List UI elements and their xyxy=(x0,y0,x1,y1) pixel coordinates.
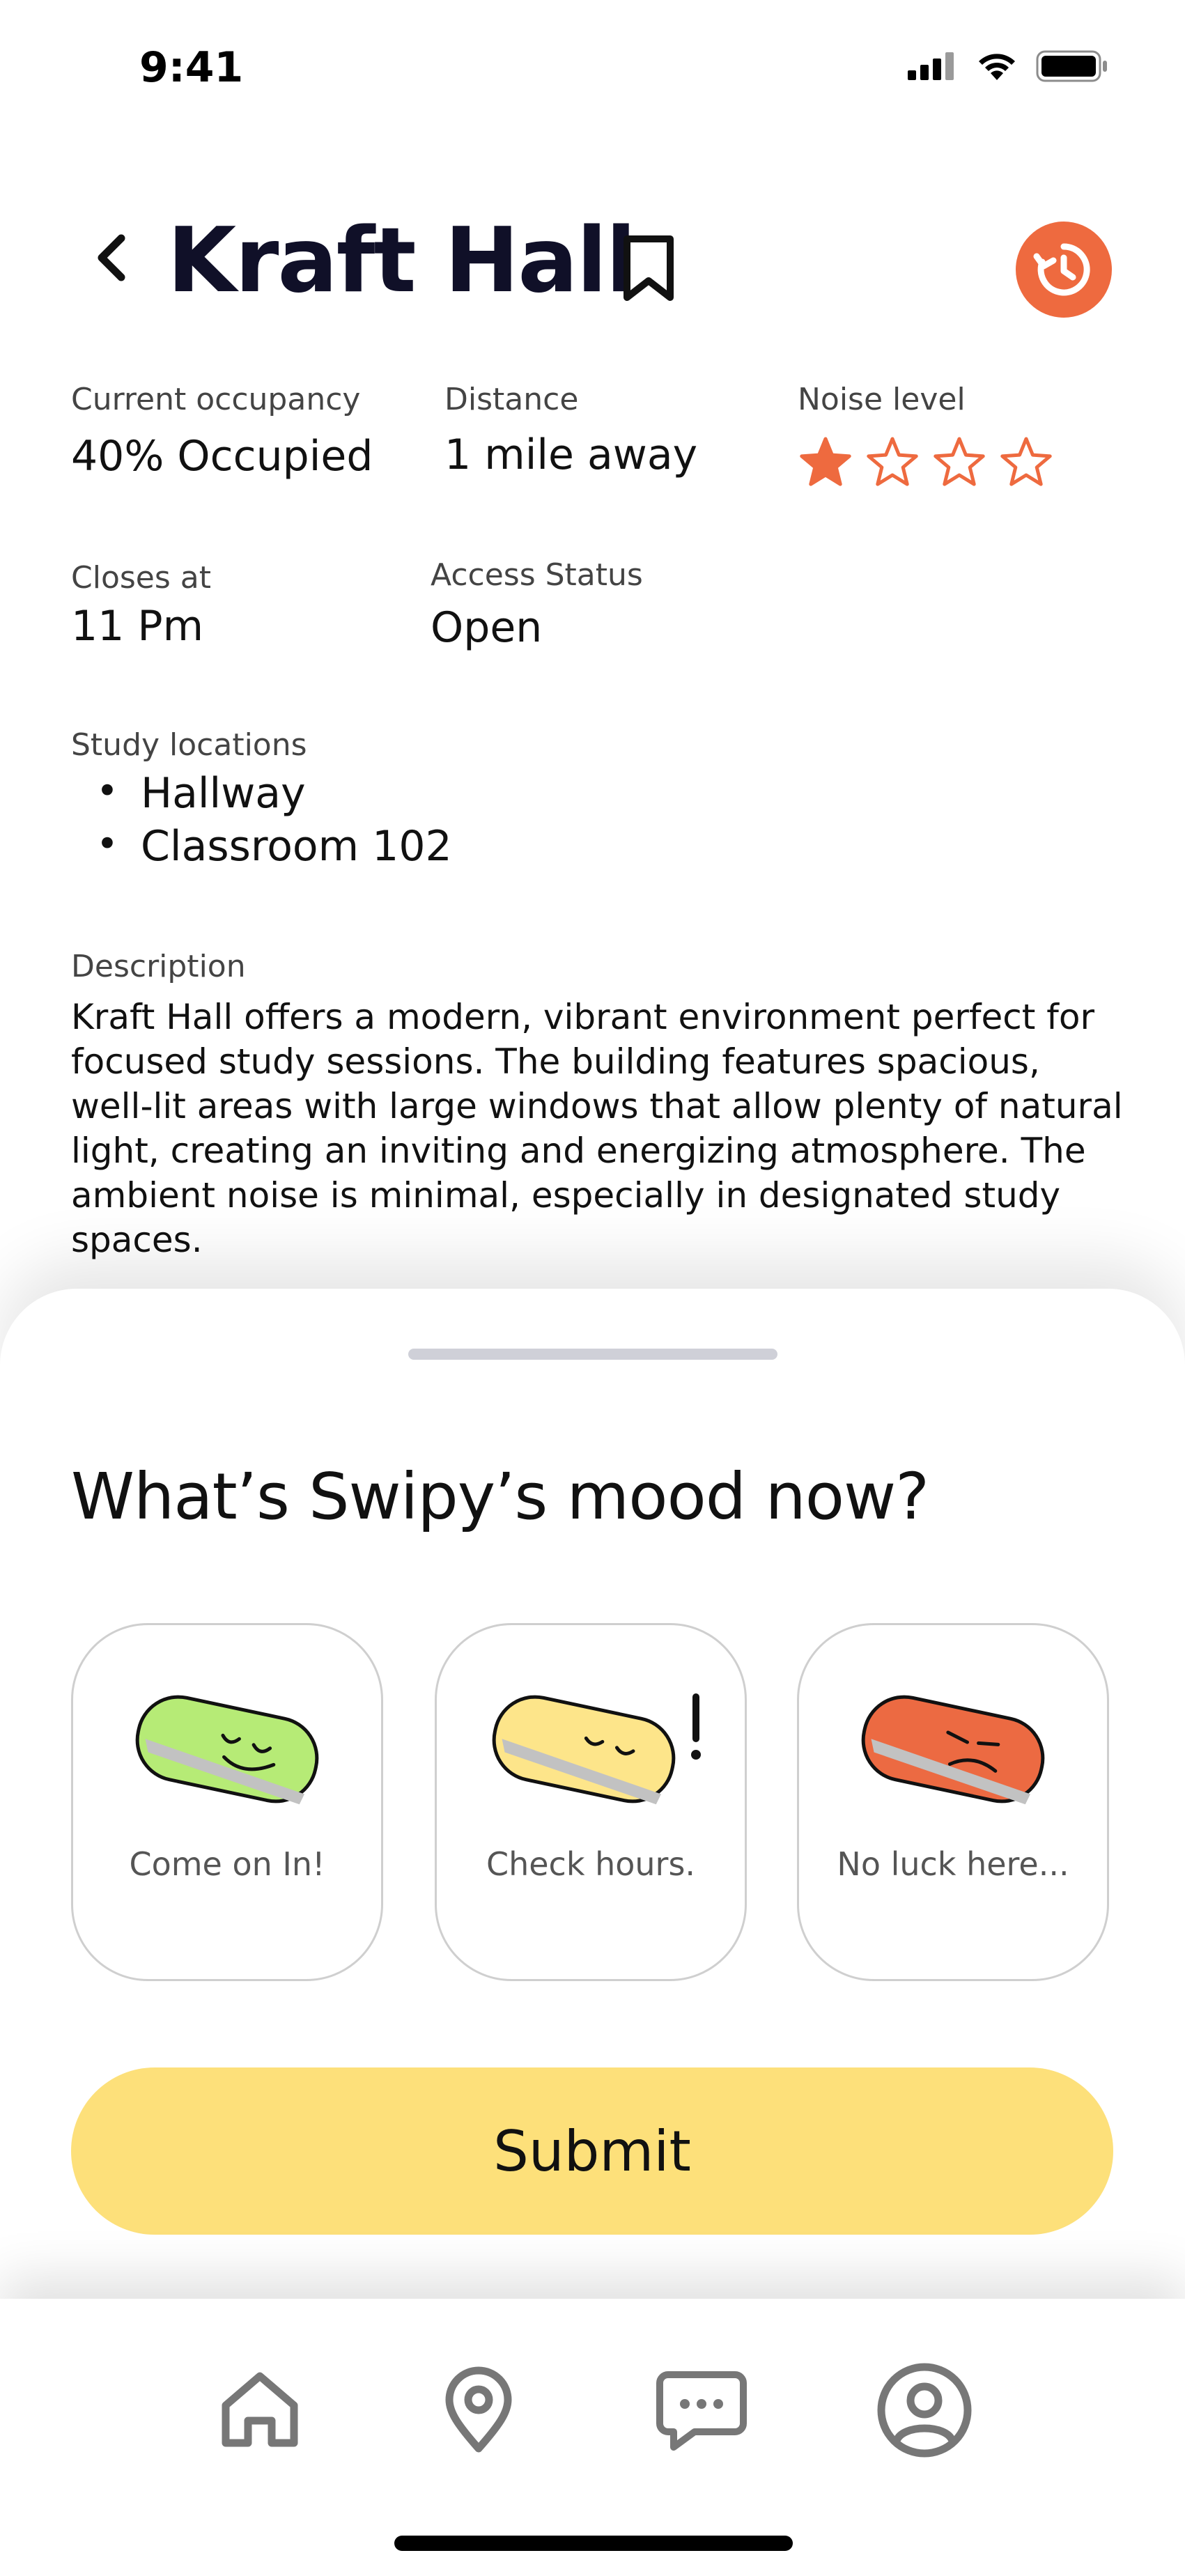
back-button[interactable] xyxy=(91,230,132,288)
mood-option-sad[interactable]: No luck here... xyxy=(797,1623,1109,1981)
history-icon xyxy=(1033,243,1090,296)
chat-icon xyxy=(656,2371,747,2451)
star-outline-icon xyxy=(934,437,985,486)
signal-icon xyxy=(908,52,954,80)
star-filled-icon xyxy=(800,437,851,486)
access-label: Access Status xyxy=(431,557,643,593)
status-time: 9:41 xyxy=(139,43,244,92)
swipy-sad-icon xyxy=(861,1695,1045,1805)
wifi-icon xyxy=(979,54,1015,80)
mood-option-happy[interactable]: Come on In! xyxy=(71,1623,383,1981)
mood-option-label: No luck here... xyxy=(837,1845,1069,1883)
nav-profile[interactable] xyxy=(872,2358,977,2462)
mood-sheet-title: What’s Swipy’s mood now? xyxy=(71,1459,929,1534)
occupancy-label: Current occupancy xyxy=(71,382,361,417)
bookmark-icon xyxy=(624,235,674,301)
submit-button[interactable]: Submit xyxy=(71,2067,1113,2235)
swipy-neutral-icon xyxy=(492,1693,701,1805)
profile-icon xyxy=(877,2363,972,2458)
bottom-nav xyxy=(0,2299,1185,2576)
noise-rating xyxy=(798,436,1054,492)
description-label: Description xyxy=(71,949,246,984)
study-locations-list: Hallway Classroom 102 xyxy=(71,769,452,875)
distance-label: Distance xyxy=(444,382,579,417)
closes-label: Closes at xyxy=(71,560,211,596)
sheet-grabber[interactable] xyxy=(408,1349,777,1360)
nav-map[interactable] xyxy=(426,2358,531,2462)
mood-option-label: Come on In! xyxy=(129,1845,325,1883)
star-outline-icon xyxy=(1000,437,1052,486)
history-button[interactable] xyxy=(1016,222,1112,318)
list-item: Classroom 102 xyxy=(71,822,452,875)
noise-label: Noise level xyxy=(798,382,966,417)
nav-home[interactable] xyxy=(208,2358,312,2462)
chevron-left-icon xyxy=(98,234,125,281)
occupancy-value: 40% Occupied xyxy=(71,432,373,481)
swipy-happy-icon xyxy=(135,1695,319,1805)
location-pin-icon xyxy=(445,2366,512,2453)
study-locations-label: Study locations xyxy=(71,727,307,763)
star-outline-icon xyxy=(867,437,918,486)
bookmark-button[interactable] xyxy=(620,233,677,306)
distance-value: 1 mile away xyxy=(444,430,698,479)
status-icons xyxy=(908,50,1108,82)
closes-value: 11 Pm xyxy=(71,602,204,651)
mood-option-label: Check hours. xyxy=(486,1845,696,1883)
access-value: Open xyxy=(431,603,543,652)
page-title: Kraft Hall xyxy=(167,209,636,313)
mood-option-neutral[interactable]: Check hours. xyxy=(435,1623,747,1981)
description-text: Kraft Hall offers a modern, vibrant envi… xyxy=(71,997,1123,1260)
home-icon xyxy=(222,2372,298,2447)
nav-chat[interactable] xyxy=(649,2358,754,2462)
home-indicator xyxy=(394,2536,793,2551)
battery-icon xyxy=(1036,50,1107,82)
list-item: Hallway xyxy=(71,769,452,822)
